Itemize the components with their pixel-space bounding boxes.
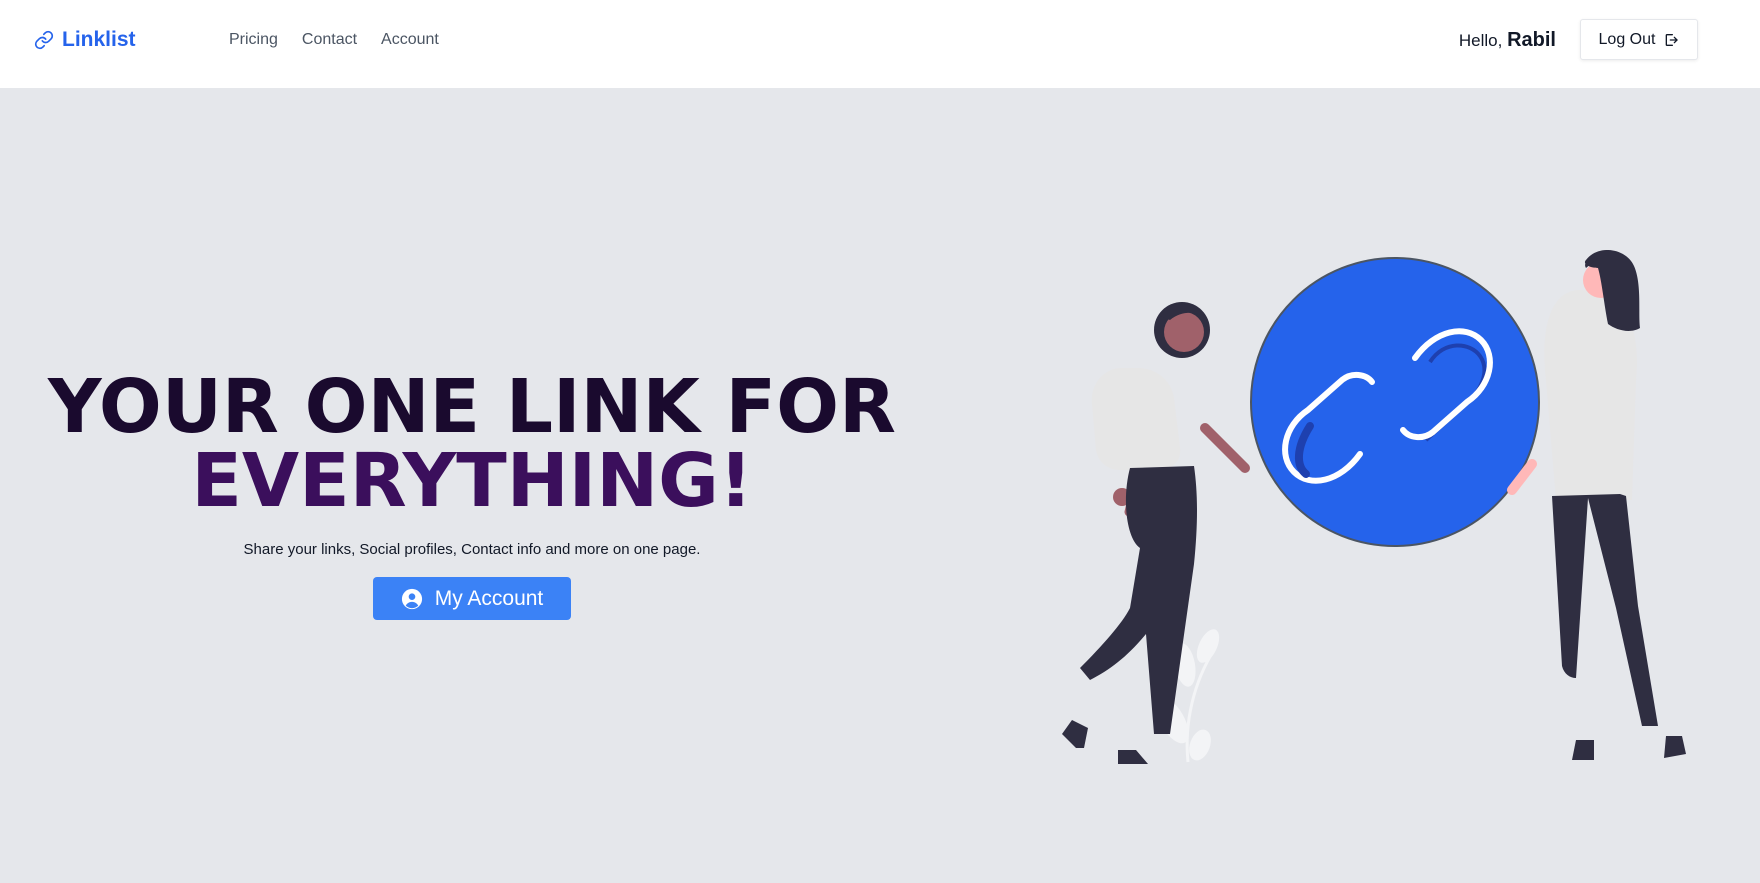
brand-logo-link[interactable]: Linklist: [34, 26, 136, 54]
brand-name: Linklist: [62, 28, 136, 51]
hero-headline: YOUR ONE LINK FOR EVERYTHING!: [0, 370, 944, 518]
headline-line-2: EVERYTHING!: [191, 438, 753, 524]
user-greeting: Hello, Rabil: [1459, 26, 1556, 55]
logout-label: Log Out: [1598, 30, 1656, 48]
nav-link-account[interactable]: Account: [381, 28, 439, 52]
logout-icon: [1666, 33, 1679, 46]
left-person: [1062, 302, 1250, 764]
main-nav: Pricing Contact Account: [229, 28, 439, 52]
my-account-button[interactable]: My Account: [373, 577, 571, 620]
hero-subtitle: Share your links, Social profiles, Conta…: [243, 541, 701, 558]
nav-link-pricing[interactable]: Pricing: [229, 28, 278, 52]
my-account-label: My Account: [434, 586, 544, 610]
top-navbar: Linklist Pricing Contact Account Hello, …: [0, 0, 1760, 88]
people-holding-link-illustration: [1062, 250, 1686, 764]
link-circle: [1250, 257, 1540, 547]
right-person: [1507, 250, 1686, 760]
user-circle-icon: [401, 588, 422, 609]
greeting-text: Hello,: [1458, 31, 1503, 50]
nav-link-contact[interactable]: Contact: [302, 28, 357, 52]
user-name: Rabil: [1507, 29, 1556, 51]
logout-button[interactable]: Log Out: [1580, 19, 1698, 60]
link-icon: [34, 30, 54, 50]
headline-line-1: YOUR ONE LINK FOR: [47, 364, 896, 450]
